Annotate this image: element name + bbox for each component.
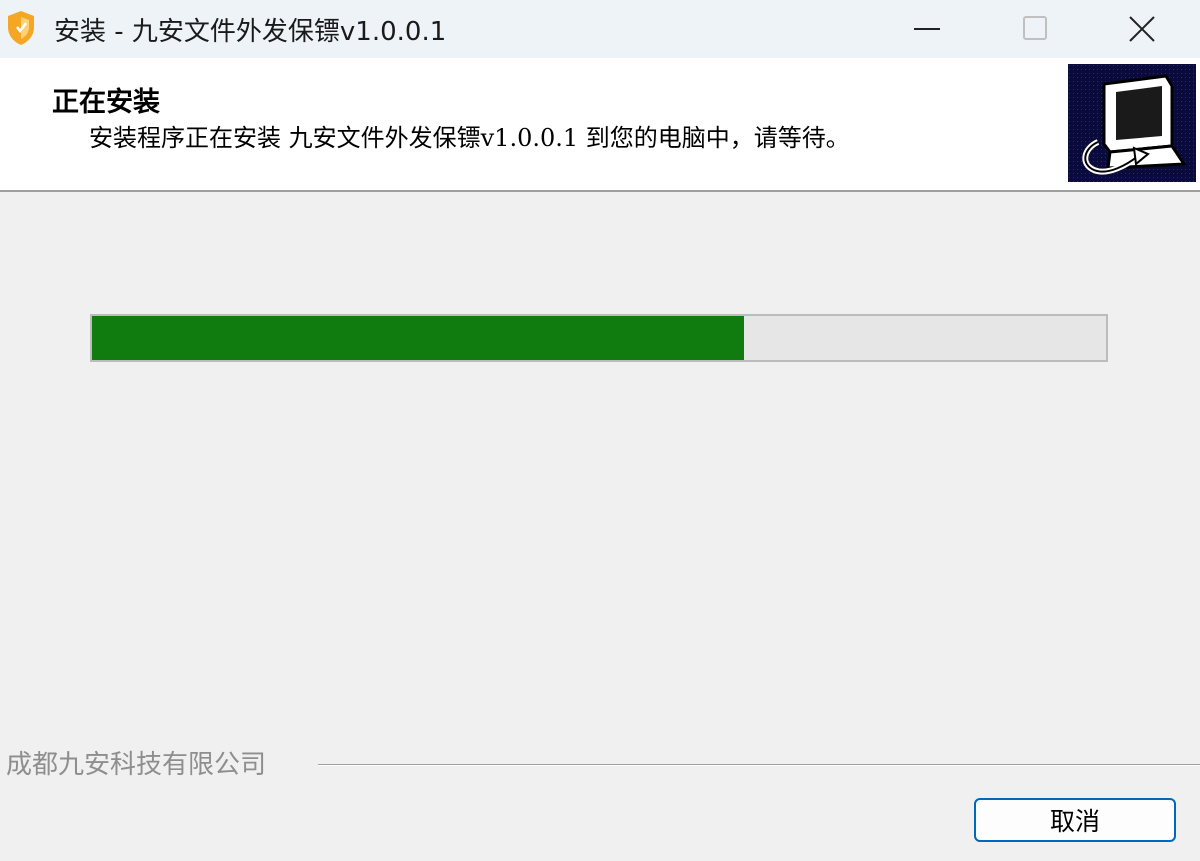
wizard-header: 正在安装 安装程序正在安装 九安文件外发保镖v1.0.0.1 到您的电脑中，请等… bbox=[0, 58, 1200, 192]
close-icon bbox=[1129, 16, 1155, 42]
page-title: 正在安装 bbox=[52, 87, 160, 118]
close-button[interactable] bbox=[1098, 0, 1186, 58]
shield-icon bbox=[6, 10, 36, 46]
window-title: 安装 - 九安文件外发保镖v1.0.0.1 bbox=[54, 17, 447, 47]
progress-fill bbox=[92, 316, 744, 360]
install-progress-bar bbox=[90, 314, 1108, 362]
footer-divider bbox=[318, 764, 1200, 766]
company-label: 成都九安科技有限公司 bbox=[6, 750, 267, 780]
minimize-icon bbox=[914, 28, 940, 30]
computer-install-icon bbox=[1068, 64, 1196, 182]
maximize-icon bbox=[1023, 16, 1047, 40]
title-bar: 安装 - 九安文件外发保镖v1.0.0.1 bbox=[0, 0, 1200, 58]
cancel-button[interactable]: 取消 bbox=[974, 798, 1176, 842]
minimize-button[interactable] bbox=[884, 0, 972, 58]
maximize-button[interactable] bbox=[992, 0, 1080, 58]
page-subtitle: 安装程序正在安装 九安文件外发保镖v1.0.0.1 到您的电脑中，请等待。 bbox=[89, 124, 850, 152]
